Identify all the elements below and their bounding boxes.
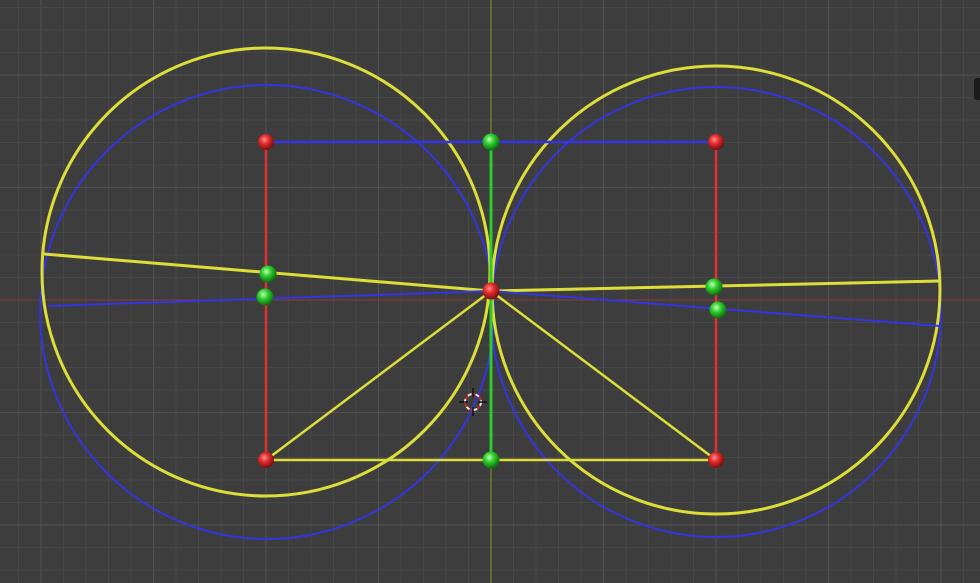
green-midpoint-top[interactable] xyxy=(482,133,500,151)
green-midpoint-left-upper[interactable] xyxy=(259,265,277,283)
red-vertex-center[interactable] xyxy=(482,282,500,300)
red-vertex-top-right[interactable] xyxy=(708,134,724,150)
sidebar-toggle-tab[interactable] xyxy=(974,78,980,100)
red-vertex-top-left[interactable] xyxy=(258,134,274,150)
green-midpoint-right-lower[interactable] xyxy=(709,301,727,319)
3d-viewport[interactable] xyxy=(0,0,980,583)
red-vertex-bottom-right[interactable] xyxy=(708,452,724,468)
green-midpoint-bottom[interactable] xyxy=(482,451,500,469)
green-midpoint-right-upper[interactable] xyxy=(705,278,723,296)
red-vertex-bottom-left[interactable] xyxy=(258,452,274,468)
green-midpoint-left-lower[interactable] xyxy=(256,288,274,306)
